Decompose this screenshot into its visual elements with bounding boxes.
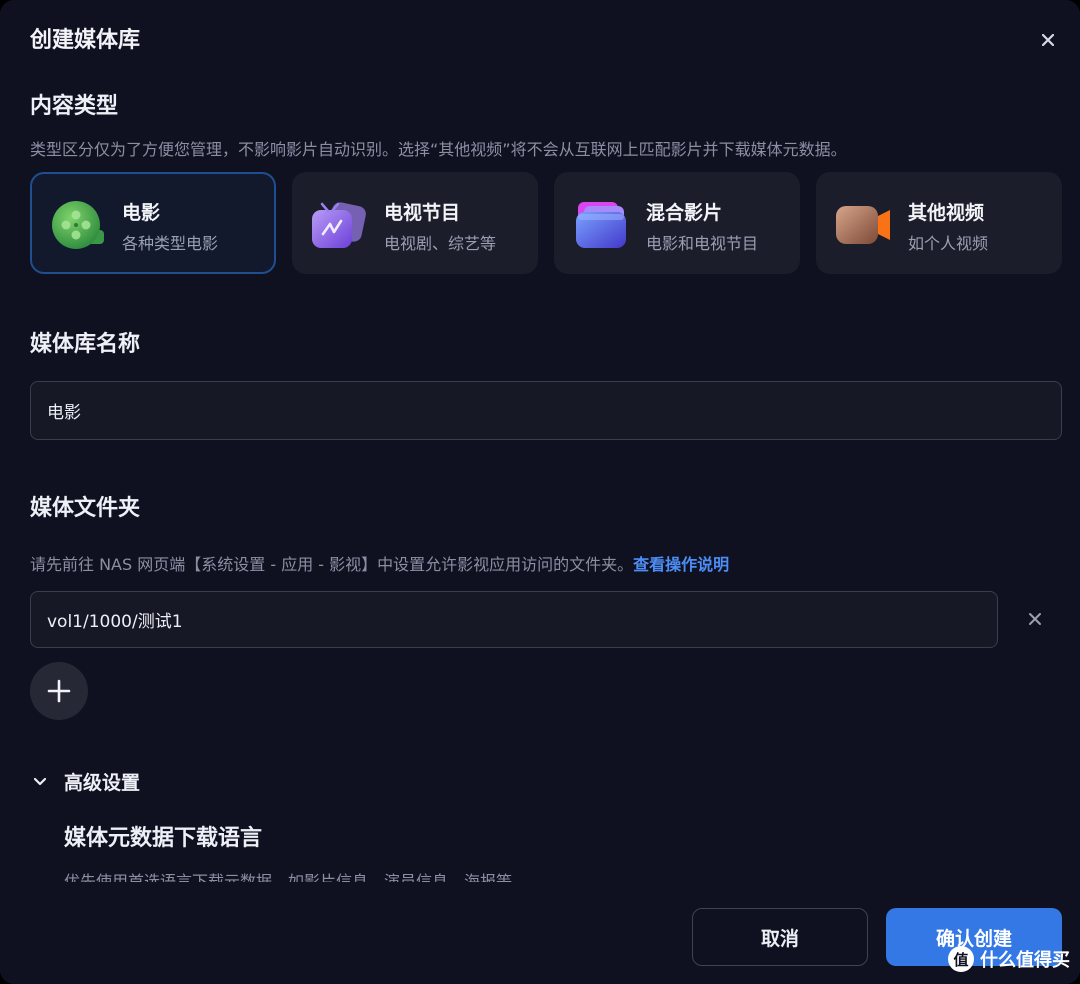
type-card-subtitle: 如个人视频 (908, 234, 989, 253)
type-card-title: 电影 (122, 202, 161, 224)
type-card-tv[interactable]: 电视节目 电视剧、综艺等 (292, 172, 538, 274)
tv-icon (312, 202, 366, 248)
type-card-movie[interactable]: 电影 各种类型电影 (30, 172, 276, 274)
chevron-down-icon (33, 777, 47, 786)
media-folder-description-text: 请先前往 NAS 网页端【系统设置 - 应用 - 影视】中设置允许影视应用访问的… (30, 555, 634, 574)
content-type-description: 类型区分仅为了方便您管理，不影响影片自动识别。选择“其他视频”将不会从互联网上匹… (30, 140, 847, 159)
add-folder-button[interactable] (30, 662, 88, 720)
close-icon (1041, 33, 1055, 47)
watermark: 值 什么值得买 (948, 946, 1070, 972)
video-camera-icon (836, 206, 890, 244)
folder-icon (576, 202, 626, 248)
type-card-mixed[interactable]: 混合影片 电影和电视节目 (554, 172, 800, 274)
advanced-settings-toggle[interactable]: 高级设置 (30, 766, 140, 796)
type-card-title: 其他视频 (908, 202, 985, 224)
content-type-title: 内容类型 (30, 94, 119, 119)
cancel-button[interactable]: 取消 (692, 908, 868, 966)
create-library-dialog: 创建媒体库 内容类型 类型区分仅为了方便您管理，不影响影片自动识别。选择“其他视… (0, 0, 1080, 984)
metadata-language-title: 媒体元数据下载语言 (64, 826, 263, 851)
type-card-subtitle: 各种类型电影 (122, 234, 219, 253)
type-card-subtitle: 电视剧、综艺等 (384, 234, 497, 253)
library-name-title: 媒体库名称 (30, 332, 141, 357)
metadata-language-description: 优先使用首选语言下载元数据，如影片信息、演员信息、海报等 (64, 872, 513, 882)
type-card-title: 混合影片 (646, 202, 723, 224)
close-button[interactable] (1033, 25, 1063, 55)
media-folder-title: 媒体文件夹 (30, 496, 141, 521)
metadata-language-description-clip: 优先使用首选语言下载元数据，如影片信息、演员信息、海报等 (64, 868, 664, 882)
film-reel-icon (52, 201, 104, 249)
advanced-settings-label: 高级设置 (64, 771, 141, 794)
type-card-subtitle: 电影和电视节目 (646, 234, 759, 253)
watermark-text: 什么值得买 (980, 950, 1070, 971)
remove-folder-button[interactable] (1020, 604, 1050, 634)
watermark-badge: 值 (948, 946, 974, 972)
media-folder-description: 请先前往 NAS 网页端【系统设置 - 应用 - 影视】中设置允许影视应用访问的… (30, 551, 729, 575)
dialog-title: 创建媒体库 (30, 28, 141, 53)
type-card-other[interactable]: 其他视频 如个人视频 (816, 172, 1062, 274)
close-icon (1029, 613, 1041, 625)
library-name-input[interactable] (30, 381, 1062, 440)
help-link[interactable]: 查看操作说明 (633, 555, 729, 574)
folder-path-input[interactable] (30, 591, 998, 648)
plus-icon (47, 679, 71, 703)
type-card-title: 电视节目 (384, 202, 461, 224)
